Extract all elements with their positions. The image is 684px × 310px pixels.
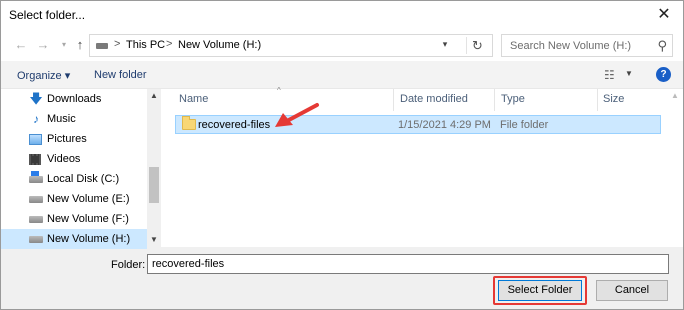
sidebar-item-label: Videos [47,153,81,165]
window-title: Select folder... [9,8,86,22]
close-icon[interactable]: ✕ [653,4,675,26]
drive-icon [29,216,43,223]
file-type: File folder [500,119,549,131]
column-header-name[interactable]: Name [179,93,208,105]
address-bar[interactable]: > This PC > New Volume (H:) ▾ ↻ [89,34,493,57]
annotation-arrow-icon [275,103,319,127]
file-list: ^ Name Date modified Type Size recovered… [163,86,683,247]
folder-icon [182,116,196,130]
chevron-down-icon[interactable]: ▼ [625,69,633,78]
search-icon: ⚲ [657,38,667,53]
title-bar: Select folder... ✕ [1,1,683,29]
column-divider[interactable] [393,89,394,111]
file-name: recovered-files [198,119,271,131]
chevron-right-icon[interactable]: > [114,38,120,50]
sidebar-item-pictures[interactable]: Pictures [1,129,147,149]
sidebar-item-downloads[interactable]: 🡇 Downloads [1,89,147,109]
column-divider[interactable] [597,89,598,111]
drive-icon [96,43,108,49]
new-folder-button[interactable]: New folder [94,69,147,81]
sidebar-item-label: New Volume (E:) [47,193,130,205]
drive-icon [29,236,43,243]
sidebar-item-local-disk-c[interactable]: Local Disk (C:) [1,169,147,189]
arrow-right-icon[interactable]: → [35,37,51,53]
navigation-scrollbar[interactable]: ▲ ▼ [147,89,161,247]
videos-icon [29,154,41,165]
search-placeholder: Search New Volume (H:) [510,40,632,52]
chevron-down-icon[interactable]: ▾ [438,39,452,50]
folder-name-field[interactable] [147,254,669,274]
chevron-right-icon[interactable]: > [166,38,172,50]
organize-button[interactable]: Organize ▾ [17,69,70,82]
sidebar-item-label: Music [47,113,76,125]
column-header-date-modified[interactable]: Date modified [400,93,468,105]
column-header-size[interactable]: Size [603,93,624,105]
command-toolbar: Organize ▾ New folder ☷ ▼ ? [1,61,683,89]
file-date-modified: 1/15/2021 4:29 PM [398,119,491,131]
drive-icon [29,196,43,203]
breadcrumb-new-volume-h[interactable]: New Volume (H:) [178,39,261,51]
table-row[interactable]: recovered-files 1/15/2021 4:29 PM File f… [175,115,661,134]
content-area: 🡇 Downloads ♪ Music Pictures Videos Loca… [1,86,683,249]
select-folder-dialog: Select folder... ✕ ← → ▾ ↑ > This PC > N… [0,0,684,310]
select-folder-button[interactable]: Select Folder [498,280,582,301]
sidebar-item-label: Downloads [47,93,102,105]
sidebar-item-label: New Volume (H:) [47,233,131,245]
refresh-icon[interactable]: ↻ [466,37,488,54]
chevron-down-icon[interactable]: ▾ [56,37,72,53]
sort-ascending-icon: ^ [277,86,281,95]
file-list-scrollbar[interactable]: ▲ [667,89,683,247]
scrollbar-thumb[interactable] [149,167,159,203]
navigation-bar: ← → ▾ ↑ > This PC > New Volume (H:) ▾ ↻ … [1,29,683,61]
music-icon: ♪ [33,112,39,126]
sidebar-item-new-volume-f[interactable]: New Volume (F:) [1,209,147,229]
navigation-pane: 🡇 Downloads ♪ Music Pictures Videos Loca… [1,89,161,249]
local-disk-icon [29,171,43,183]
search-input[interactable]: Search New Volume (H:) ⚲ [501,34,673,57]
view-options-icon[interactable]: ☷ [604,68,615,82]
cancel-button[interactable]: Cancel [596,280,668,301]
chevron-up-icon[interactable]: ▲ [667,91,683,100]
sidebar-item-label: Local Disk (C:) [47,173,120,185]
column-divider[interactable] [494,89,495,111]
arrow-left-icon[interactable]: ← [13,37,29,53]
breadcrumb-this-pc[interactable]: This PC [126,39,165,51]
sidebar-item-music[interactable]: ♪ Music [1,109,147,129]
chevron-down-icon[interactable]: ▼ [147,235,161,244]
column-header-type[interactable]: Type [501,93,525,105]
help-icon[interactable]: ? [656,67,671,82]
folder-label: Folder: [111,259,146,271]
sidebar-item-label: New Volume (F:) [47,213,129,225]
arrow-up-icon[interactable]: ↑ [72,37,88,53]
sidebar-item-label: Pictures [47,133,87,145]
sidebar-item-new-volume-h[interactable]: New Volume (H:) [1,229,147,249]
pictures-icon [29,134,42,145]
chevron-up-icon[interactable]: ▲ [147,91,161,100]
download-icon: 🡇 [29,91,43,106]
sidebar-item-new-volume-e[interactable]: New Volume (E:) [1,189,147,209]
sidebar-item-videos[interactable]: Videos [1,149,147,169]
